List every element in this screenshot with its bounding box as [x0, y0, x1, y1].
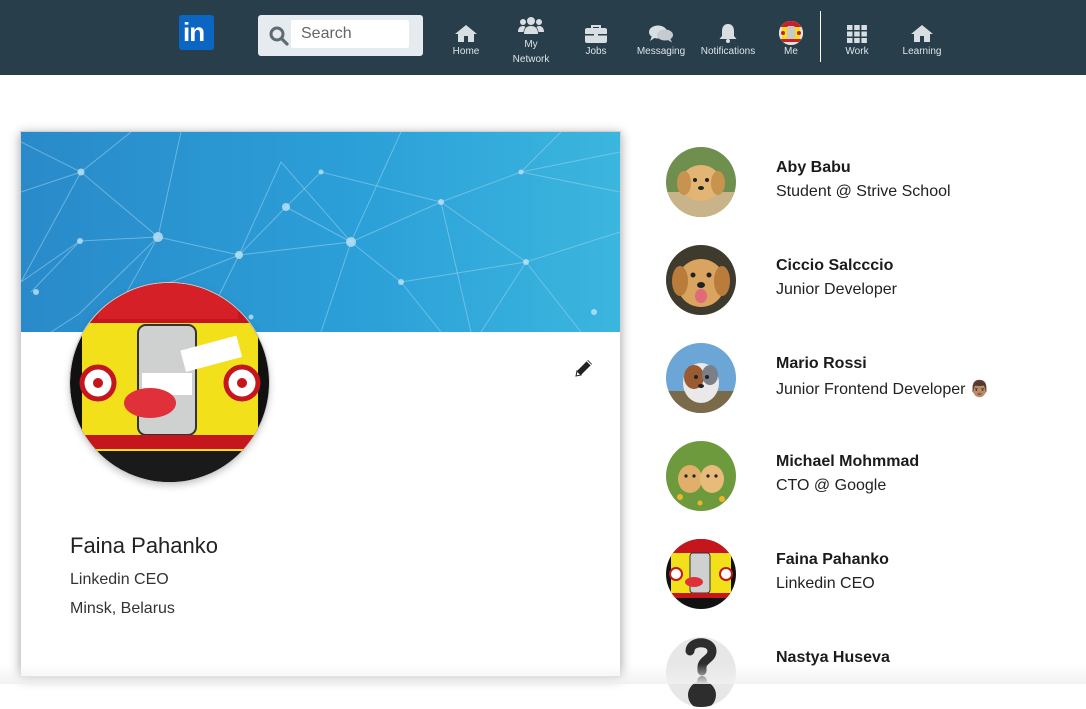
linkedin-logo[interactable]: in	[179, 15, 214, 50]
nav-divider	[820, 11, 821, 62]
nav-messaging[interactable]: Messaging	[626, 0, 696, 75]
person-title: Linkedin CEO	[776, 575, 875, 592]
profile-card: Faina Pahanko Linkedin CEO Minsk, Belaru…	[20, 131, 621, 677]
person-name[interactable]: Michael Mohmmad	[776, 453, 919, 471]
person-name[interactable]: Faina Pahanko	[776, 551, 889, 569]
person-title: Junior Developer	[776, 281, 897, 298]
search-icon[interactable]	[269, 26, 289, 46]
nav-work-label: Work	[845, 46, 869, 57]
me-avatar	[779, 21, 803, 45]
avatar[interactable]	[666, 245, 736, 315]
people-icon	[518, 17, 544, 34]
home-icon	[455, 25, 477, 42]
nav-me[interactable]: Me	[756, 0, 826, 75]
nav-my-network-label: My Network	[512, 39, 550, 65]
chat-icon	[649, 25, 673, 43]
person-title: CTO @ Google	[776, 477, 887, 494]
nav-learning[interactable]: Learning	[887, 0, 957, 75]
search-box	[258, 15, 423, 56]
grid-icon	[847, 25, 867, 43]
nav-notifications-label: Notifications	[700, 46, 756, 57]
ubik-spray-image	[70, 283, 269, 482]
nav-home-label: Home	[452, 46, 480, 57]
nav-my-network[interactable]: My Network	[496, 0, 566, 75]
person-title: Student @ Strive School	[776, 183, 951, 200]
top-navbar: in Home My Network	[0, 0, 1086, 75]
profile-location: Minsk, Belarus	[70, 600, 175, 617]
nav-notifications[interactable]: Notifications	[693, 0, 763, 75]
home-icon	[911, 25, 933, 42]
search-input[interactable]	[291, 20, 409, 48]
list-item[interactable]: Aby Babu Student @ Strive School	[666, 147, 1086, 219]
avatar[interactable]	[666, 441, 736, 511]
avatar[interactable]	[666, 637, 736, 707]
avatar[interactable]	[666, 539, 736, 609]
nav-me-label: Me	[784, 46, 798, 57]
nav-jobs-label: Jobs	[585, 46, 607, 57]
logo-text: in	[183, 17, 205, 47]
list-item[interactable]: Nastya Huseva	[666, 637, 1086, 709]
person-name[interactable]: Aby Babu	[776, 159, 851, 177]
list-item[interactable]: Ciccio Salcccio Junior Developer	[666, 245, 1086, 317]
list-item[interactable]: Michael Mohmmad CTO @ Google	[666, 441, 1086, 513]
person-name[interactable]: Nastya Huseva	[776, 649, 890, 667]
nav-jobs[interactable]: Jobs	[561, 0, 631, 75]
profile-title: Linkedin CEO	[70, 571, 169, 588]
list-item[interactable]: Faina Pahanko Linkedin CEO	[666, 539, 1086, 611]
nav-home[interactable]: Home	[431, 0, 501, 75]
nav-work[interactable]: Work	[822, 0, 892, 75]
person-name[interactable]: Ciccio Salcccio	[776, 257, 893, 275]
nav-learning-label: Learning	[902, 46, 942, 57]
profile-name: Faina Pahanko	[70, 533, 218, 558]
bell-icon	[719, 24, 737, 43]
nav-messaging-label: Messaging	[636, 46, 686, 57]
avatar[interactable]	[666, 343, 736, 413]
list-item[interactable]: Mario Rossi Junior Frontend Developer 👨🏽	[666, 343, 1086, 415]
profile-avatar[interactable]	[70, 283, 269, 482]
avatar[interactable]	[666, 147, 736, 217]
briefcase-icon	[585, 25, 607, 43]
person-title: Junior Frontend Developer 👨🏽	[776, 381, 990, 398]
person-name[interactable]: Mario Rossi	[776, 355, 867, 373]
pencil-icon[interactable]	[573, 357, 595, 379]
